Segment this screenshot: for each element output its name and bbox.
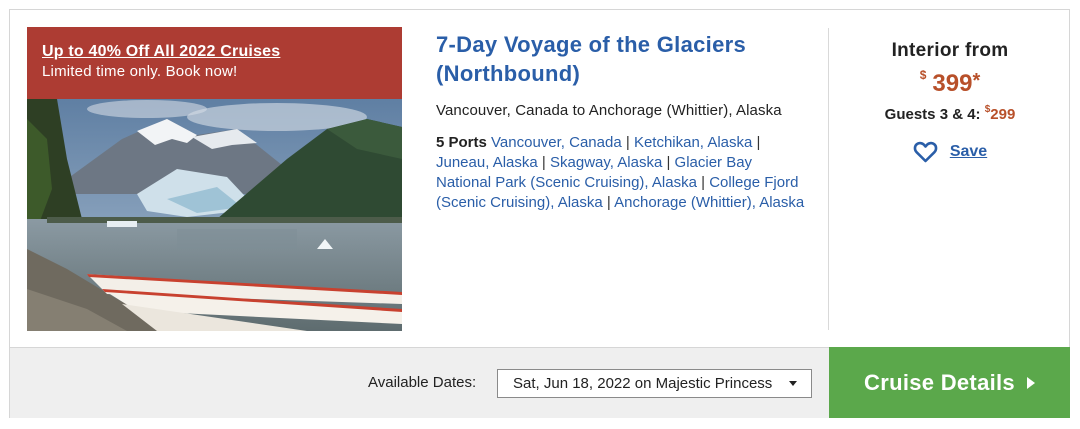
guests-label: Guests 3 & 4:: [884, 106, 981, 123]
port-link-ketchikan[interactable]: Ketchikan, Alaska: [634, 134, 752, 151]
price-column: Interior from $399* Guests 3 & 4: $299 S…: [830, 40, 1070, 168]
column-divider: [828, 28, 829, 330]
price-label: Interior from: [891, 40, 1009, 61]
cruise-title-link[interactable]: 7-Day Voyage of the Glaciers (Northbound…: [436, 30, 811, 88]
heart-outline-icon: [913, 141, 938, 163]
promo-subtitle: Limited time only. Book now!: [42, 63, 238, 80]
port-separator: |: [606, 194, 611, 211]
cruise-card: Up to 40% Off All 2022 Cruises Limited t…: [9, 9, 1070, 418]
cruise-image-panel[interactable]: Up to 40% Off All 2022 Cruises Limited t…: [27, 27, 402, 331]
cruise-info: 7-Day Voyage of the Glaciers (Northbound…: [436, 30, 811, 213]
port-separator: |: [625, 134, 630, 151]
promo-banner[interactable]: Up to 40% Off All 2022 Cruises Limited t…: [27, 27, 402, 99]
port-separator: |: [666, 154, 671, 171]
port-separator: |: [756, 134, 761, 151]
price-asterisk: *: [972, 70, 981, 92]
port-separator: |: [701, 174, 706, 191]
guests-value: 299: [990, 106, 1016, 123]
port-link-skagway[interactable]: Skagway, Alaska: [550, 154, 662, 171]
port-link-anchorage[interactable]: Anchorage (Whittier), Alaska: [614, 194, 804, 211]
sailing-date-select[interactable]: Sat, Jun 18, 2022 on Majestic Princess: [497, 369, 812, 398]
caret-down-icon: [789, 381, 797, 386]
play-arrow-icon: [1026, 376, 1035, 389]
cruise-route: Vancouver, Canada to Anchorage (Whittier…: [436, 102, 782, 119]
price-value: 399: [932, 70, 973, 97]
cruise-details-label: Cruise Details: [864, 369, 1015, 395]
ports-count: 5 Ports: [436, 134, 487, 151]
price-currency: $: [919, 68, 927, 82]
price-amount: $399*: [830, 68, 1070, 98]
guests-price: Guests 3 & 4: $299: [830, 104, 1070, 123]
ports-list: 5 Ports Vancouver, Canada | Ketchikan, A…: [436, 133, 811, 213]
available-dates-label: Available Dates:: [368, 374, 477, 391]
glacier-kayak-photo: [27, 99, 402, 331]
promo-title[interactable]: Up to 40% Off All 2022 Cruises: [42, 42, 402, 62]
cruise-details-button[interactable]: Cruise Details: [829, 347, 1070, 418]
selected-date-value: Sat, Jun 18, 2022 on Majestic Princess: [513, 375, 773, 392]
port-link-juneau[interactable]: Juneau, Alaska: [436, 154, 538, 171]
port-separator: |: [541, 154, 546, 171]
save-button[interactable]: Save: [913, 141, 987, 163]
footer-bar: Available Dates: Sat, Jun 18, 2022 on Ma…: [10, 347, 829, 418]
save-label[interactable]: Save: [950, 143, 987, 161]
port-link-vancouver[interactable]: Vancouver, Canada: [491, 134, 622, 151]
